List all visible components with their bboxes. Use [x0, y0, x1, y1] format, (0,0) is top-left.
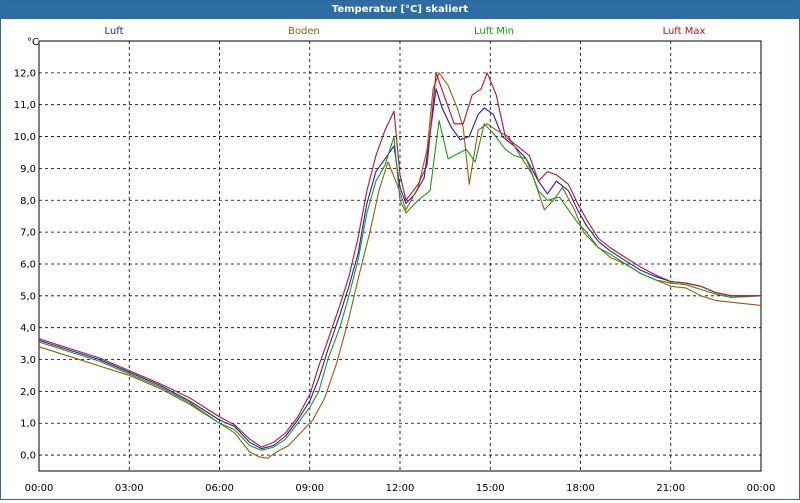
y-tick-label: 7,0 — [20, 228, 36, 239]
temperature-chart: 0,0 1,0 2,0 3,0 4,0 5,0 6,0 7,0 8,0 9,0 10,0 11,0 12… — [14, 26, 784, 503]
y-tick-label: 9,0 — [20, 164, 36, 175]
y-tick-label: 6,0 — [20, 259, 36, 270]
y-tick-label: 12,0 — [14, 68, 36, 79]
x-tick-time: 21:00 — [656, 483, 685, 494]
y-tick-label: 4,0 — [20, 323, 36, 334]
x-tick-time: 09:00 — [295, 483, 324, 494]
x-tick-time: 18:00 — [566, 483, 595, 494]
x-tick-time: 03:00 — [115, 483, 144, 494]
y-tick-label: 2,0 — [20, 387, 36, 398]
y-tick-label: 10,0 — [14, 132, 36, 143]
x-tick-time: 06:00 — [205, 483, 234, 494]
chart-window: Temperatur [°C] skaliert 0,0 1,0 2,0 3,0 4,0… — [0, 0, 800, 503]
y-tick-label: 1,0 — [20, 419, 36, 430]
x-tick-time: 12:00 — [386, 483, 415, 494]
x-tick-time: 15:00 — [476, 483, 505, 494]
legend-boden: Boden — [288, 26, 320, 37]
window-title: Temperatur [°C] skaliert — [1, 1, 799, 19]
y-tick-label: 0,0 — [20, 451, 36, 462]
plot-frame — [38, 40, 762, 472]
y-tick-label: 8,0 — [20, 196, 36, 207]
legend-luft-min: Luft Min — [474, 26, 514, 37]
y-tick-label: 5,0 — [20, 291, 36, 302]
legend-luft: Luft — [105, 26, 124, 37]
x-tick-time: 00:00 — [747, 483, 776, 494]
y-tick-label: 3,0 — [20, 355, 36, 366]
chart-area: 0,0 1,0 2,0 3,0 4,0 5,0 6,0 7,0 8,0 9,0 10,0 11,0 12… — [1, 19, 799, 503]
legend-luft-max: Luft Max — [663, 26, 706, 37]
y-axis-unit: °C — [27, 37, 39, 48]
x-tick-time: 00:00 — [25, 483, 54, 494]
y-tick-label: 11,0 — [14, 100, 36, 111]
